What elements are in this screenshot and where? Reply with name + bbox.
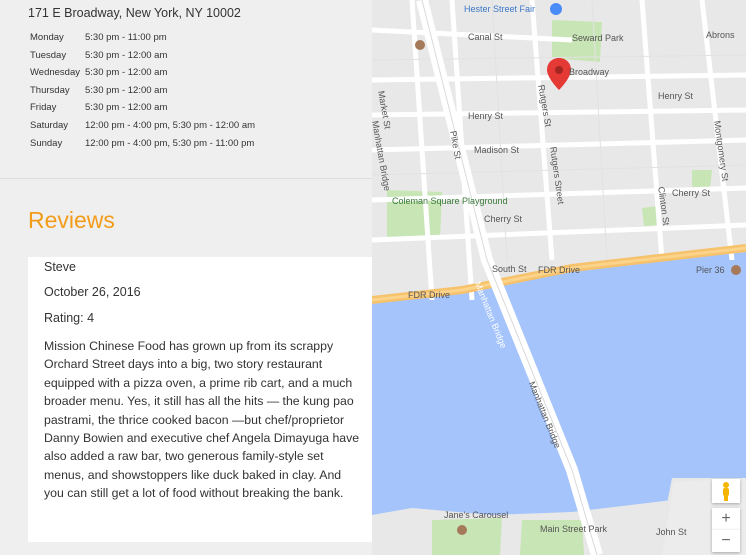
- map-label: John St: [656, 527, 687, 537]
- hours-day: Monday: [30, 32, 64, 43]
- street-view-pegman-icon[interactable]: [712, 479, 740, 503]
- map-label: Pier 36: [696, 265, 725, 275]
- map-label: FDR Drive: [408, 290, 450, 300]
- section-divider: [0, 178, 372, 179]
- hours-day: Friday: [30, 102, 57, 114]
- review-card: Steve October 26, 2016 Rating: 4 Mission…: [28, 257, 380, 542]
- map[interactable]: Hester Street Fair Canal St Seward Park …: [372, 0, 746, 555]
- review-author: Steve: [44, 260, 76, 274]
- map-label: Broadway: [569, 67, 610, 77]
- hours-time: 5:30 pm - 12:00 am: [85, 84, 168, 96]
- zoom-out-button[interactable]: −: [712, 530, 740, 552]
- hours-day: Sunday: [30, 137, 63, 149]
- zoom-in-button[interactable]: +: [712, 508, 740, 530]
- hours-time: 5:30 pm - 12:00 am: [85, 67, 168, 79]
- map-label: Abrons: [706, 30, 735, 40]
- map-label: Coleman Square Playground: [392, 196, 508, 206]
- hours-time: 5:30 pm - 12:00 am: [85, 49, 168, 61]
- review-date: October 26, 2016: [44, 285, 141, 299]
- restaurant-info-panel: 171 E Broadway, New York, NY 10002 Monda…: [0, 0, 380, 555]
- hours-time: 12:00 pm - 4:00 pm, 5:30 pm - 11:00 pm: [85, 137, 255, 149]
- address: 171 E Broadway, New York, NY 10002: [28, 6, 241, 20]
- hours-day: Wednesday: [30, 67, 80, 79]
- map-label: Seward Park: [572, 33, 624, 43]
- hours-day: Thursday: [30, 84, 70, 96]
- review-rating: Rating: 4: [44, 311, 95, 325]
- hours-day: Tuesday: [30, 49, 67, 61]
- map-label: Hester Street Fair: [464, 4, 536, 14]
- map-label: South St: [492, 264, 527, 274]
- map-label: Main Street Park: [540, 524, 608, 534]
- map-label: Henry St: [658, 91, 694, 101]
- map-label: FDR Drive: [538, 265, 580, 275]
- map-label: Canal St: [468, 32, 503, 42]
- map-label: Henry St: [468, 111, 504, 121]
- hours-time: 5:30 pm - 11:00 pm: [85, 32, 167, 43]
- map-label: Cherry St: [672, 188, 711, 198]
- map-label: Cherry St: [484, 214, 523, 224]
- map-label: Madison St: [474, 145, 520, 155]
- map-canvas: [372, 0, 746, 555]
- hours-day: Saturday: [30, 119, 69, 131]
- reviews-heading: Reviews: [28, 207, 115, 233]
- hours-time: 5:30 pm - 12:00 am: [85, 102, 168, 114]
- hours-time: 12:00 pm - 4:00 pm, 5:30 pm - 12:00 am: [85, 119, 256, 131]
- map-label: Jane's Carousel: [444, 510, 509, 520]
- review-text: Mission Chinese Food has grown up from i…: [44, 339, 360, 501]
